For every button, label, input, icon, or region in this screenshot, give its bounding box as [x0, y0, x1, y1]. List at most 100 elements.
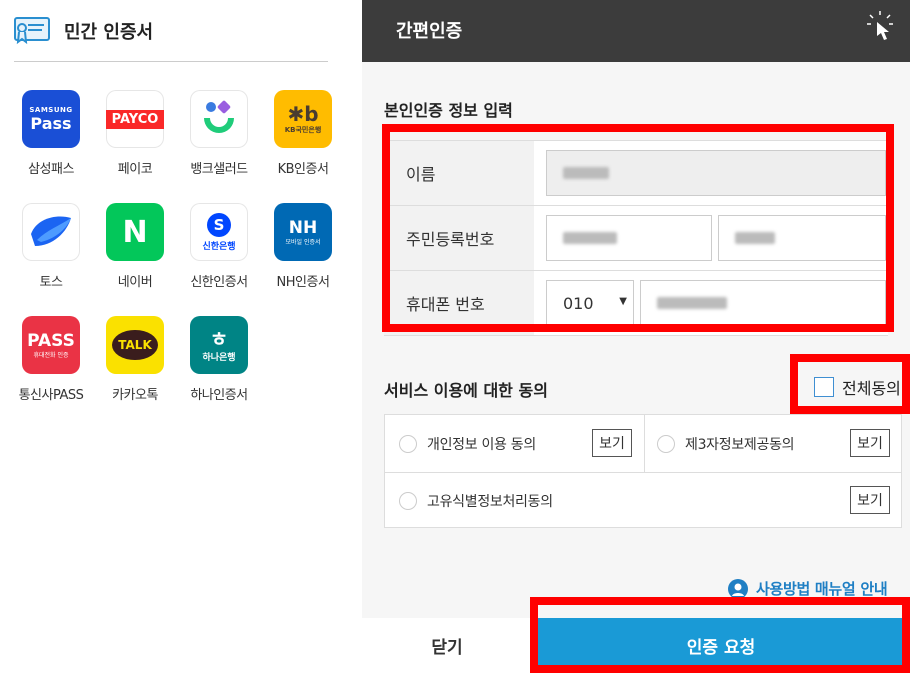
banksalad-shape — [204, 100, 234, 133]
toss-icon — [22, 203, 80, 261]
app-label: KB인증서 — [277, 162, 329, 177]
request-auth-button[interactable]: 인증 요청 — [532, 618, 910, 673]
kakaotalk-icon: TALK — [106, 316, 164, 374]
term-unique-id[interactable]: 고유식별정보처리동의 — [399, 491, 553, 511]
phone-number-input[interactable] — [640, 280, 886, 326]
manual-link[interactable]: 사용방법 매뉴얼 안내 — [728, 578, 888, 599]
samsung-pass-icon-text1: SAMSUNG — [29, 105, 73, 114]
toss-shape — [31, 216, 71, 246]
kb-icon-text: KB국민은행 — [284, 126, 322, 134]
kakaotalk-icon-text: TALK — [112, 330, 158, 360]
phone-row: 휴대폰 번호 010 ▼ — [384, 271, 888, 336]
phone-field-wrap: 010 ▼ — [534, 271, 888, 335]
naver-icon-text: N — [122, 214, 148, 250]
terms-box: 개인정보 이용 동의 보기 제3자정보제공동의 보기 고유식별정보처리동의 보기 — [384, 414, 902, 528]
masked-rrn-back — [735, 232, 775, 244]
app-kakaotalk[interactable]: TALK 카카오톡 — [93, 316, 177, 403]
pass-icon-text2: 휴대전화 인증 — [33, 351, 69, 359]
kb-icon: ✱b KB국민은행 — [274, 90, 332, 148]
app-hana[interactable]: ㅎ 하나은행 하나인증서 — [177, 316, 261, 403]
consent-section-title: 서비스 이용에 대한 동의 — [384, 381, 548, 400]
banksalad-icon — [190, 90, 248, 148]
kb-star-icon: ✱b — [287, 102, 319, 126]
app-samsung-pass[interactable]: SAMSUNG Pass 삼성패스 — [9, 90, 93, 177]
pass-icon-text1: PASS — [27, 330, 75, 351]
dropdown-arrow-icon: ▼ — [619, 296, 627, 307]
agree-all-checkbox[interactable]: 전체동의 — [814, 375, 901, 399]
app-label: 하나인증서 — [190, 388, 248, 403]
rrn-back-input[interactable] — [718, 215, 886, 261]
name-field-wrap — [534, 141, 888, 205]
masked-phone — [657, 297, 727, 309]
app-pass[interactable]: PASS 휴대전화 인증 통신사PASS — [9, 316, 93, 403]
app-label: 삼성패스 — [28, 162, 74, 177]
name-label: 이름 — [384, 141, 534, 205]
app-toss[interactable]: 토스 — [9, 203, 93, 290]
app-label: 뱅크샐러드 — [190, 162, 248, 177]
app-banksalad[interactable]: 뱅크샐러드 — [177, 90, 261, 177]
phone-prefix-value: 010 — [563, 293, 594, 313]
simple-auth-panel: 간편인증 본인인증 정보 입력 이름 주민등록번호 휴대폰 번호 010 ▼ 서… — [362, 0, 910, 673]
term-label: 개인정보 이용 동의 — [427, 437, 536, 453]
right-header: 간편인증 — [362, 0, 910, 62]
hana-icon-text: 하나은행 — [202, 352, 236, 363]
nh-icon-text2: 모바일 인증서 — [285, 238, 321, 246]
masked-name — [563, 167, 609, 179]
manual-link-label: 사용방법 매뉴얼 안내 — [756, 580, 888, 598]
samsung-pass-icon-text2: Pass — [30, 113, 72, 133]
rrn-label: 주민등록번호 — [384, 206, 534, 270]
left-title: 민간 인증서 — [64, 22, 154, 43]
nh-icon: NH 모바일 인증서 — [274, 203, 332, 261]
rrn-front-input[interactable] — [546, 215, 712, 261]
naver-icon: N — [106, 203, 164, 261]
app-nh[interactable]: NH 모바일 인증서 NH인증서 — [261, 203, 345, 290]
app-label: 페이코 — [117, 162, 153, 177]
radio-icon — [399, 435, 417, 453]
masked-rrn-front — [563, 232, 617, 244]
rrn-field-wrap — [534, 206, 888, 270]
view-privacy-button[interactable]: 보기 — [592, 429, 632, 457]
view-unique-id-button[interactable]: 보기 — [850, 486, 890, 514]
right-title: 간편인증 — [396, 21, 463, 42]
radio-icon — [657, 435, 675, 453]
sparkle-touch-icon — [867, 11, 893, 40]
identity-section-title: 본인인증 정보 입력 — [384, 101, 513, 120]
app-label: 토스 — [39, 275, 63, 290]
app-label: 통신사PASS — [18, 388, 84, 403]
name-input[interactable] — [546, 150, 886, 196]
view-third-party-button[interactable]: 보기 — [850, 429, 890, 457]
shinhan-icon: S 신한은행 — [190, 203, 248, 261]
samsung-pass-icon: SAMSUNG Pass — [22, 90, 80, 148]
left-header: 민간 인증서 — [14, 16, 153, 46]
payco-icon-text: PAYCO — [106, 109, 164, 129]
certificate-icon — [14, 17, 50, 45]
term-label: 고유식별정보처리동의 — [427, 494, 553, 510]
checkbox-icon — [814, 377, 834, 397]
phone-prefix-select[interactable]: 010 ▼ — [546, 280, 634, 326]
pass-icon: PASS 휴대전화 인증 — [22, 316, 80, 374]
name-row: 이름 — [384, 141, 888, 206]
payco-icon: PAYCO — [106, 90, 164, 148]
app-kb[interactable]: ✱b KB국민은행 KB인증서 — [261, 90, 345, 177]
rrn-row: 주민등록번호 — [384, 206, 888, 271]
term-third-party[interactable]: 제3자정보제공동의 — [657, 434, 795, 454]
term-privacy[interactable]: 개인정보 이용 동의 — [399, 434, 536, 454]
terms-divider — [644, 415, 645, 472]
app-label: 신한인증서 — [190, 275, 248, 290]
left-divider — [14, 61, 328, 62]
app-shinhan[interactable]: S 신한은행 신한인증서 — [177, 203, 261, 290]
app-label: NH인증서 — [276, 275, 330, 290]
close-button[interactable]: 닫기 — [362, 618, 532, 673]
identity-form: 이름 주민등록번호 휴대폰 번호 010 ▼ — [384, 140, 888, 336]
nh-icon-text1: NH — [288, 217, 318, 238]
hana-logo-icon: ㅎ — [209, 326, 229, 351]
radio-icon — [399, 492, 417, 510]
app-naver[interactable]: N 네이버 — [93, 203, 177, 290]
app-label: 네이버 — [117, 275, 153, 290]
terms-divider — [385, 472, 901, 473]
agree-all-label: 전체동의 — [842, 379, 901, 398]
app-label: 카카오톡 — [112, 388, 158, 403]
private-certificate-panel: 민간 인증서 SAMSUNG Pass 삼성패스 PAYCO 페이코 뱅크샐러드 — [0, 0, 362, 673]
app-payco[interactable]: PAYCO 페이코 — [93, 90, 177, 177]
user-icon — [728, 578, 748, 599]
